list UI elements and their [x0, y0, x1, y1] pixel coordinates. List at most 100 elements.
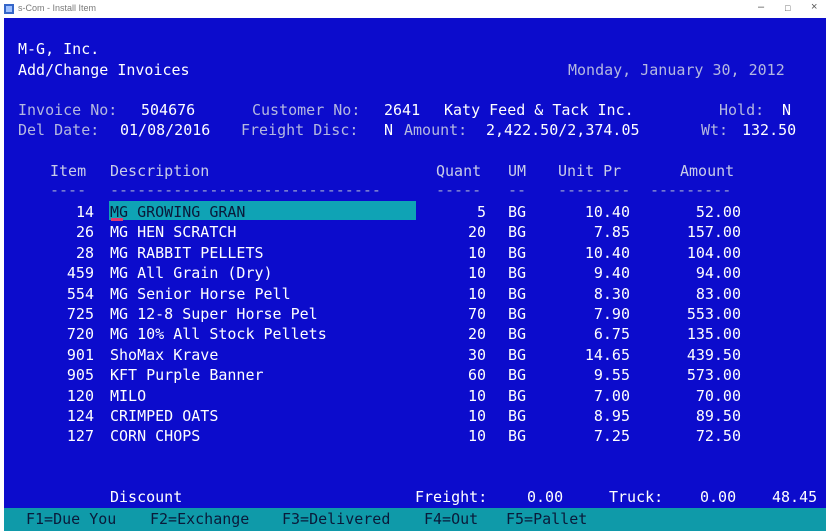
close-icon[interactable]: ×: [811, 1, 817, 13]
freight-label: Freight:: [415, 488, 488, 506]
unit-price-cell: 8.30: [593, 284, 630, 303]
um-cell: BG: [508, 203, 527, 221]
item-cell: 720: [66, 325, 94, 344]
screen-title: Add/Change Invoices: [18, 61, 190, 79]
quant-cell[interactable]: 10: [436, 407, 486, 425]
quant-cell[interactable]: 30: [436, 346, 486, 364]
item-cell: 124: [66, 407, 94, 425]
amount-cell: 83.00: [695, 284, 741, 303]
unit-price-cell: 7.90: [593, 305, 630, 323]
amount-cell: 70.00: [695, 386, 741, 405]
unit-price-cell: 9.40: [593, 264, 630, 283]
um-cell: BG: [508, 325, 527, 344]
amount-field: 2,422.50/2,374.05: [486, 121, 640, 139]
amount-cell: 94.00: [695, 264, 741, 283]
item-cell: 554: [66, 284, 94, 303]
minimize-icon[interactable]: –: [758, 1, 764, 13]
amount-cell: 104.00: [686, 243, 741, 262]
um-cell: BG: [508, 223, 527, 242]
amount-cell: 553.00: [686, 305, 741, 323]
quant-cell[interactable]: 10: [436, 387, 486, 405]
description-cell[interactable]: MG All Grain (Dry): [110, 264, 420, 282]
description-cell[interactable]: MG 12-8 Super Horse Pel: [110, 305, 420, 323]
function-key-bar: F1=Due You F2=Exchange F3=Delivered F4=O…: [4, 508, 826, 531]
quant-cell[interactable]: 10: [436, 427, 486, 445]
separator-amount: ---------: [650, 181, 732, 199]
customer-no-field[interactable]: 2641: [384, 101, 420, 119]
amount-cell: 157.00: [686, 223, 741, 242]
freight-disc-field[interactable]: N: [384, 121, 393, 139]
unit-price-cell: 7.00: [593, 386, 630, 405]
unit-price-cell: 6.75: [593, 325, 630, 344]
amount-cell: 72.50: [695, 427, 741, 446]
truck-field[interactable]: 0.00: [700, 488, 736, 506]
column-header-unit-pr: Unit Pr: [558, 162, 622, 180]
f2-exchange-key[interactable]: F2=Exchange: [150, 510, 249, 528]
unit-price-cell: 14.65: [584, 345, 630, 364]
quant-cell[interactable]: 5: [436, 203, 486, 221]
f4-out-key[interactable]: F4=Out: [424, 510, 478, 528]
f3-delivered-key[interactable]: F3=Delivered: [282, 510, 390, 528]
separator-item: ----: [50, 181, 87, 199]
item-cell: 120: [66, 386, 94, 405]
hold-label: Hold:: [719, 101, 765, 119]
um-cell: BG: [508, 305, 527, 323]
freight-disc-label: Freight Disc:: [241, 121, 359, 139]
quant-cell[interactable]: 20: [436, 325, 486, 343]
quant-cell[interactable]: 10: [436, 264, 486, 282]
truck-label: Truck:: [609, 488, 664, 506]
invoice-no-field[interactable]: 504676: [141, 101, 195, 119]
column-header-item: Item: [50, 162, 87, 180]
separator-um: --: [508, 181, 527, 199]
separator-unit-pr: --------: [558, 181, 631, 199]
quant-cell[interactable]: 10: [436, 285, 486, 303]
description-cell[interactable]: MG GROWING GRAN: [110, 203, 420, 221]
item-cell: 14: [75, 203, 94, 221]
um-cell: BG: [508, 264, 527, 283]
description-cell[interactable]: CRIMPED OATS: [110, 407, 420, 425]
hold-field[interactable]: N: [782, 101, 791, 119]
unit-price-cell: 10.40: [584, 203, 630, 221]
del-date-label: Del Date:: [18, 121, 100, 139]
description-cell[interactable]: KFT Purple Banner: [110, 366, 420, 384]
description-cell[interactable]: MG HEN SCRATCH: [110, 223, 420, 241]
quant-cell[interactable]: 10: [436, 244, 486, 262]
unit-price-cell: 7.85: [593, 223, 630, 242]
amount-cell: 573.00: [686, 366, 741, 385]
del-date-field[interactable]: 01/08/2016: [120, 121, 210, 139]
column-header-quant: Quant: [436, 162, 482, 180]
um-cell: BG: [508, 386, 527, 405]
um-cell: BG: [508, 427, 527, 446]
f5-pallet-key[interactable]: F5=Pallet: [506, 510, 587, 528]
separator-description: ------------------------------: [110, 181, 381, 199]
app-icon: [4, 4, 14, 14]
quant-cell[interactable]: 60: [436, 366, 486, 384]
item-cell: 28: [75, 243, 94, 262]
description-cell[interactable]: MG RABBIT PELLETS: [110, 244, 420, 262]
unit-price-cell: 10.40: [584, 243, 630, 262]
terminal-screen: M-G, Inc. Add/Change Invoices Monday, Ja…: [4, 18, 826, 508]
current-date: Monday, January 30, 2012: [568, 61, 785, 79]
amount-cell: 89.50: [695, 407, 741, 425]
description-cell[interactable]: MG 10% All Stock Pellets: [110, 325, 420, 343]
description-cell[interactable]: MG Senior Horse Pell: [110, 285, 420, 303]
unit-price-cell: 8.95: [593, 407, 630, 425]
customer-name: Katy Feed & Tack Inc.: [444, 101, 634, 119]
quant-cell[interactable]: 20: [436, 223, 486, 241]
um-cell: BG: [508, 284, 527, 303]
column-header-description: Description: [110, 162, 210, 180]
description-cell[interactable]: MILO: [110, 387, 420, 405]
quant-cell[interactable]: 70: [436, 305, 486, 323]
freight-field[interactable]: 0.00: [527, 488, 563, 506]
item-cell: 901: [66, 345, 94, 364]
maximize-icon[interactable]: □: [785, 3, 790, 13]
item-cell: 127: [66, 427, 94, 446]
wt-field: 132.50: [742, 121, 797, 139]
column-header-um: UM: [508, 162, 527, 180]
item-cell: 26: [75, 223, 94, 242]
customer-no-label: Customer No:: [252, 101, 361, 119]
f1-due-you-key[interactable]: F1=Due You: [26, 510, 116, 528]
separator-quant: -----: [436, 181, 482, 199]
description-cell[interactable]: CORN CHOPS: [110, 427, 420, 445]
description-cell[interactable]: ShoMax Krave: [110, 346, 420, 364]
